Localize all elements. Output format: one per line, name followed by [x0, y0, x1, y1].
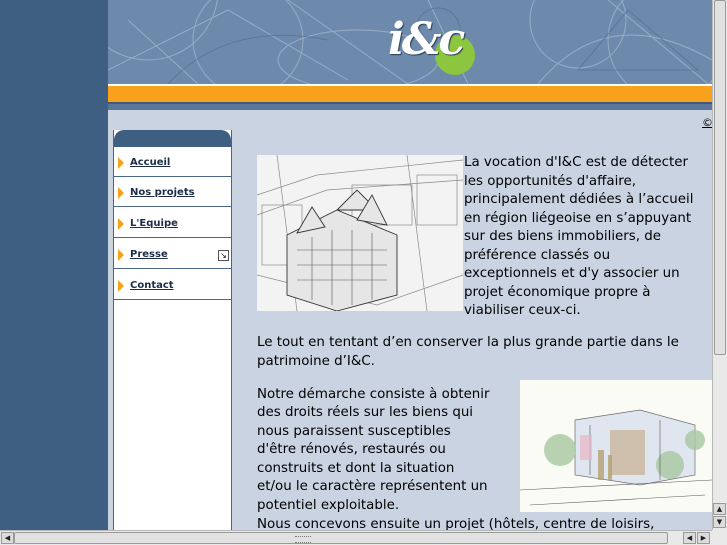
arrow-right-icon	[118, 218, 124, 230]
content-frame: i&c © Accueil Nos projets L'Equipe Press…	[108, 0, 712, 530]
nav-link-contact[interactable]: Contact	[130, 280, 174, 291]
vertical-scrollbar[interactable]: ▲ ▼	[712, 0, 727, 530]
nav-link-equipe[interactable]: L'Equipe	[130, 218, 178, 229]
header-underline	[108, 104, 712, 110]
nav-item-nos-projets[interactable]: Nos projets	[114, 177, 231, 207]
navigation-menu: Accueil Nos projets L'Equipe Presse ↘ Co…	[113, 130, 232, 530]
nav-link-nos-projets[interactable]: Nos projets	[130, 187, 195, 198]
horizontal-scroll-thumb[interactable]	[14, 532, 668, 544]
text-line: patrimoine d’I&C.	[257, 354, 375, 369]
nav-item-equipe[interactable]: L'Equipe	[114, 208, 231, 238]
text-line: potentiel exploitable.	[257, 498, 400, 513]
copyright-link[interactable]: ©	[702, 116, 712, 129]
text-line: exceptionnels et d'y associer un	[464, 266, 680, 281]
scrollbar-corner	[712, 530, 727, 545]
text-line: nous paraissent susceptibles	[257, 424, 451, 439]
nav-link-accueil[interactable]: Accueil	[130, 157, 170, 168]
text-line: viabiliser ceux-ci.	[464, 303, 581, 318]
scroll-right-button[interactable]: ▶	[697, 532, 710, 544]
arrow-right-icon	[118, 187, 124, 199]
project-paragraph: Nous concevons ensuite un projet (hôtels…	[257, 517, 655, 530]
scroll-up-button[interactable]: ▲	[713, 503, 726, 515]
horizontal-scrollbar[interactable]: ◀ ◀ ▶	[0, 530, 712, 545]
text-line: les opportunités d'affaire,	[464, 174, 636, 189]
text-line: Le tout en tentant d’en conserver la plu…	[257, 335, 679, 350]
header-banner: i&c	[108, 0, 712, 84]
scroll-left-button[interactable]: ◀	[1, 532, 14, 544]
text-line: et/ou le caractère représentent un	[257, 479, 488, 494]
left-sidebar-strip	[0, 0, 108, 530]
text-line: La vocation d'I&C est de détecter	[464, 155, 688, 170]
text-line: projet économique propre à	[464, 285, 651, 300]
vertical-scroll-thumb[interactable]	[714, 0, 726, 355]
arrow-right-icon	[118, 157, 124, 169]
text-line: préférence classés ou	[464, 248, 611, 263]
text-line: Notre démarche consiste à obtenir	[257, 387, 490, 402]
nav-header-cap	[114, 130, 231, 147]
site-logo[interactable]: i&c	[388, 14, 465, 65]
arrow-right-icon	[118, 280, 124, 292]
building-illustration-image	[256, 154, 464, 312]
nav-item-contact[interactable]: Contact	[114, 270, 231, 300]
nav-item-presse[interactable]: Presse ↘	[114, 239, 231, 269]
text-line: des droits réels sur les biens qui	[257, 405, 474, 420]
text-line: sur des biens immobiliers, de	[464, 229, 662, 244]
orange-header-bar	[108, 84, 712, 104]
text-line: construits et dont la situation	[257, 461, 455, 476]
text-line: d'être rénovés, restaurés ou	[257, 442, 446, 457]
street-sketch-image	[519, 380, 712, 512]
nav-link-presse[interactable]: Presse	[130, 249, 168, 260]
grip-icon	[295, 536, 311, 543]
text-line: principalement dédiées à l’accueil	[464, 192, 694, 207]
arrow-right-icon	[118, 249, 124, 261]
nav-item-accueil[interactable]: Accueil	[114, 147, 231, 177]
scroll-left-button-end[interactable]: ◀	[683, 532, 696, 544]
scroll-down-button[interactable]: ▼	[713, 516, 726, 528]
text-line: en région liégeoise en s’appuyant	[464, 211, 692, 226]
submenu-arrow-icon[interactable]: ↘	[218, 250, 229, 261]
